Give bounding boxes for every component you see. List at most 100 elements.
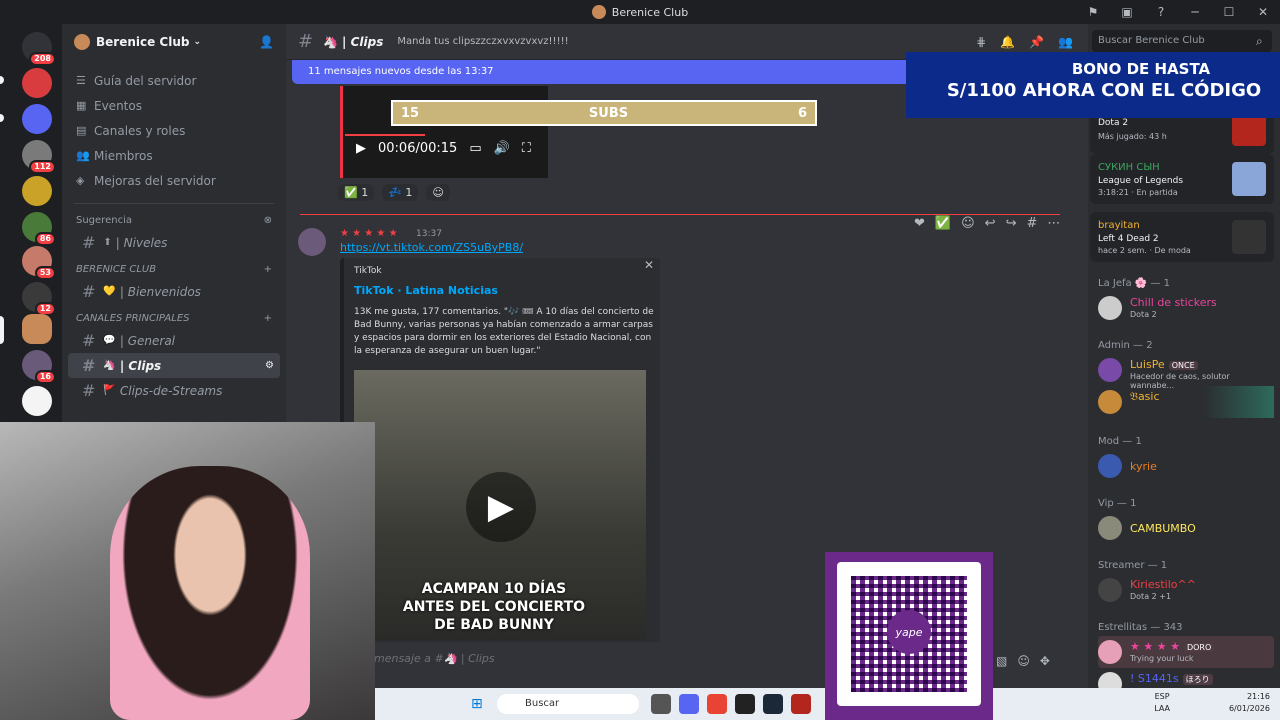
server-icon[interactable]: 86 (22, 212, 56, 246)
volume-icon[interactable]: 🔊 (494, 141, 510, 156)
inbox-icon[interactable]: ⚑ (1076, 5, 1110, 19)
member-item[interactable]: LuisPeONCEHacedor de caos, solutor wanna… (1098, 354, 1274, 390)
member-item[interactable]: Chill de stickers Dota 2 (1098, 292, 1274, 324)
thread-icon[interactable]: # (1026, 216, 1037, 231)
settings-icon[interactable]: ⚙ (265, 360, 274, 371)
forward-icon[interactable]: ↪ (1006, 216, 1017, 231)
channel-niveles[interactable]: # ⬆ | Niveles (68, 230, 280, 255)
video-player[interactable]: 15 SUBS 6 (340, 86, 817, 178)
fullscreen-icon[interactable]: ⛶ (522, 141, 531, 156)
discord-icon[interactable] (679, 694, 699, 714)
server-icon[interactable]: 112 (22, 140, 56, 174)
obs-icon[interactable] (735, 694, 755, 714)
channel-bienvenidos[interactable]: # 💛 | Bienvenidos (68, 279, 280, 304)
server-icon[interactable]: 16 (22, 350, 56, 384)
reaction-heart-icon[interactable]: ❤ (914, 216, 925, 231)
reply-icon[interactable]: ↩ (985, 216, 996, 231)
play-icon[interactable]: ▶ (356, 141, 366, 156)
captions-icon[interactable]: ▭ (469, 141, 481, 156)
avatar[interactable] (298, 228, 326, 256)
server-icon[interactable] (22, 104, 52, 134)
steam-icon[interactable] (763, 694, 783, 714)
channel-clips[interactable]: # 🦄 | Clips ⚙ (68, 353, 280, 378)
play-icon[interactable]: ▶ (466, 472, 536, 542)
emoji-icon[interactable]: ☺ (1017, 654, 1030, 668)
task-view-icon[interactable] (651, 694, 671, 714)
search-input[interactable]: Buscar Berenice Club (1092, 30, 1272, 52)
role-header: Vip — 1 (1098, 498, 1137, 509)
apps-icon[interactable]: ✥ (1040, 654, 1050, 668)
server-icon[interactable] (22, 68, 52, 98)
new-messages-banner[interactable]: 11 mensajes nuevos desde las 13:37 (292, 60, 912, 84)
nav-boosts[interactable]: ◈ Mejoras del servidor (62, 168, 286, 193)
unread-pill (0, 114, 4, 122)
roles-icon: ▤ (76, 124, 87, 137)
dismiss-icon[interactable]: ⊗ (264, 215, 272, 226)
activity-sub: 3:18:21 · En partida (1098, 188, 1178, 197)
nav-server-guide[interactable]: ☰ Guía del servidor (62, 68, 286, 93)
add-channel-icon[interactable]: + (264, 264, 272, 275)
chrome-icon[interactable] (707, 694, 727, 714)
nav-events[interactable]: ▦ Eventos (62, 93, 286, 118)
screen-icon[interactable]: ▣ (1110, 5, 1144, 19)
member-item[interactable]: ! S1441s ほろり (1098, 668, 1274, 696)
threads-icon[interactable]: ⋕ (976, 35, 986, 49)
server-icon[interactable]: 53 (22, 246, 56, 280)
nav-channels-roles[interactable]: ▤ Canales y roles (62, 118, 286, 143)
reaction-check-icon[interactable]: ✅ (935, 216, 951, 231)
category-berenice-club[interactable]: BERENICE CLUB + (62, 255, 286, 279)
close-button[interactable]: ✕ (1246, 5, 1280, 19)
windows-start-icon[interactable]: ⊞ (471, 696, 483, 712)
more-icon[interactable]: ⋯ (1047, 216, 1060, 231)
minimize-button[interactable]: ─ (1178, 5, 1212, 19)
member-tag: ほろり (1182, 674, 1213, 685)
home-server-icon[interactable]: 208 (22, 32, 56, 66)
progress-bar[interactable] (345, 134, 425, 136)
member-item[interactable]: 𝔅asic (1098, 386, 1274, 418)
berenice-club-server-icon[interactable] (22, 314, 52, 344)
lang-line1: ESP (1154, 692, 1170, 701)
boost-icon: ◈ (76, 174, 85, 187)
server-icon[interactable] (22, 176, 52, 206)
hello-kitty-server-icon[interactable] (22, 386, 52, 416)
member-item[interactable]: CAMBUMBO (1098, 512, 1274, 544)
bell-icon[interactable]: 🔔 (1000, 35, 1015, 49)
sticker-icon[interactable]: ▧ (996, 654, 1007, 668)
language-indicator[interactable]: ESP LAA (1154, 691, 1170, 715)
message-link[interactable]: https://vt.tiktok.com/ZS5uByPB8/ (340, 241, 523, 254)
yape-logo: yape (887, 610, 931, 654)
up-arrow-icon: ⬆ (103, 237, 112, 248)
server-icon[interactable]: 12 (22, 282, 56, 316)
member-item[interactable]: kyrie (1098, 450, 1274, 482)
add-reaction-icon[interactable]: ☺ (426, 184, 450, 201)
close-embed-icon[interactable]: ✕ (644, 258, 654, 272)
nav-label: Eventos (94, 98, 142, 113)
avatar (1098, 296, 1122, 320)
add-reaction-icon[interactable]: ☺ (961, 216, 975, 231)
member-item[interactable]: Kiriestilo^^ Dota 2 +1 (1098, 574, 1274, 606)
add-channel-icon[interactable]: + (264, 313, 272, 324)
reaction-emoji: ✅ (344, 186, 358, 199)
channel-general[interactable]: # 💬 | General (68, 328, 280, 353)
members-list-icon[interactable]: 👥 (1058, 35, 1073, 49)
activity-card[interactable]: brayitan Left 4 Dead 2 hace 2 sem. · De … (1090, 212, 1274, 262)
channel-clips-de-streams[interactable]: # 🚩 Clips-de-Streams (68, 378, 280, 403)
dota-icon[interactable] (791, 694, 811, 714)
nav-members[interactable]: 👥 Miembros (62, 143, 286, 168)
reaction-zzz[interactable]: 💤 1 (382, 184, 419, 201)
reaction-check[interactable]: ✅ 1 (338, 184, 375, 201)
message-author[interactable]: ★ ★ ★ ★ ★ (340, 228, 398, 239)
member-item[interactable]: ★ ★ ★ ★ DORO Trying your luck (1098, 636, 1274, 668)
taskbar-search[interactable]: Buscar (497, 694, 639, 714)
new-messages-divider (300, 214, 1060, 215)
embed-title[interactable]: TikTok · Latina Noticias (354, 284, 498, 297)
embed-video-thumbnail[interactable]: ▶ ACAMPAN 10 DÍAS ANTES DEL CONCIERTO DE… (354, 370, 646, 640)
pin-icon[interactable]: 📌 (1029, 35, 1044, 49)
help-icon[interactable]: ? (1144, 5, 1178, 19)
invite-icon[interactable]: 👤 (259, 35, 274, 49)
activity-card[interactable]: СУКИН СЫН League of Legends 3:18:21 · En… (1090, 154, 1274, 204)
server-header[interactable]: Berenice Club ⌄ 👤 (62, 24, 286, 60)
clock[interactable]: 21:16 6/01/2026 (1229, 691, 1270, 715)
category-canales-principales[interactable]: CANALES PRINCIPALES + (62, 304, 286, 328)
maximize-button[interactable]: ☐ (1212, 5, 1246, 19)
